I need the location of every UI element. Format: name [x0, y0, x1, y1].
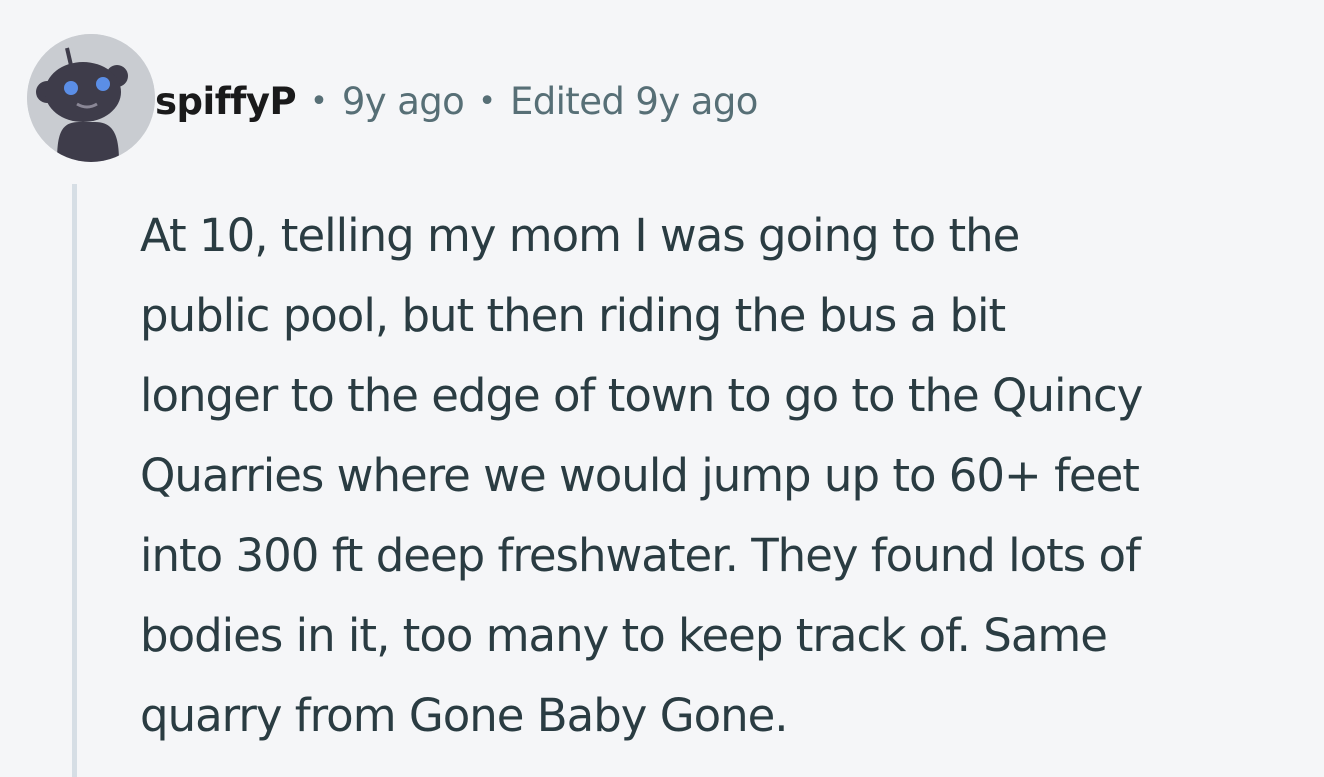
meta-separator: • — [478, 83, 496, 119]
comment-text-line: At 10, telling my mom I was going to the — [140, 209, 1020, 262]
snoo-avatar-icon — [27, 34, 155, 162]
comment-text-line: public pool, but then riding the bus a b… — [140, 289, 1006, 342]
post-time[interactable]: 9y ago — [342, 80, 465, 123]
comment-text-line: quarry from Gone Baby Gone. — [140, 689, 789, 742]
comment-text-line: Quarries where we would jump up to 60+ f… — [140, 449, 1140, 502]
comment-body: At 10, telling my mom I was going to the… — [140, 196, 1315, 756]
comment-header: spiffyP • 9y ago • Edited 9y ago — [155, 74, 758, 128]
edited-time: Edited 9y ago — [509, 79, 758, 123]
comment-text-line: into 300 ft deep freshwater. They found … — [140, 529, 1141, 582]
comment-text-line: longer to the edge of town to go to the … — [140, 369, 1143, 422]
comment-text-line: bodies in it, too many to keep track of.… — [140, 609, 1108, 662]
user-avatar[interactable] — [27, 34, 155, 162]
author-name[interactable]: spiffyP — [155, 80, 297, 123]
comment: spiffyP • 9y ago • Edited 9y ago At 10, … — [0, 0, 1324, 777]
meta-separator: • — [310, 83, 328, 119]
thread-collapse-line[interactable] — [72, 184, 77, 777]
